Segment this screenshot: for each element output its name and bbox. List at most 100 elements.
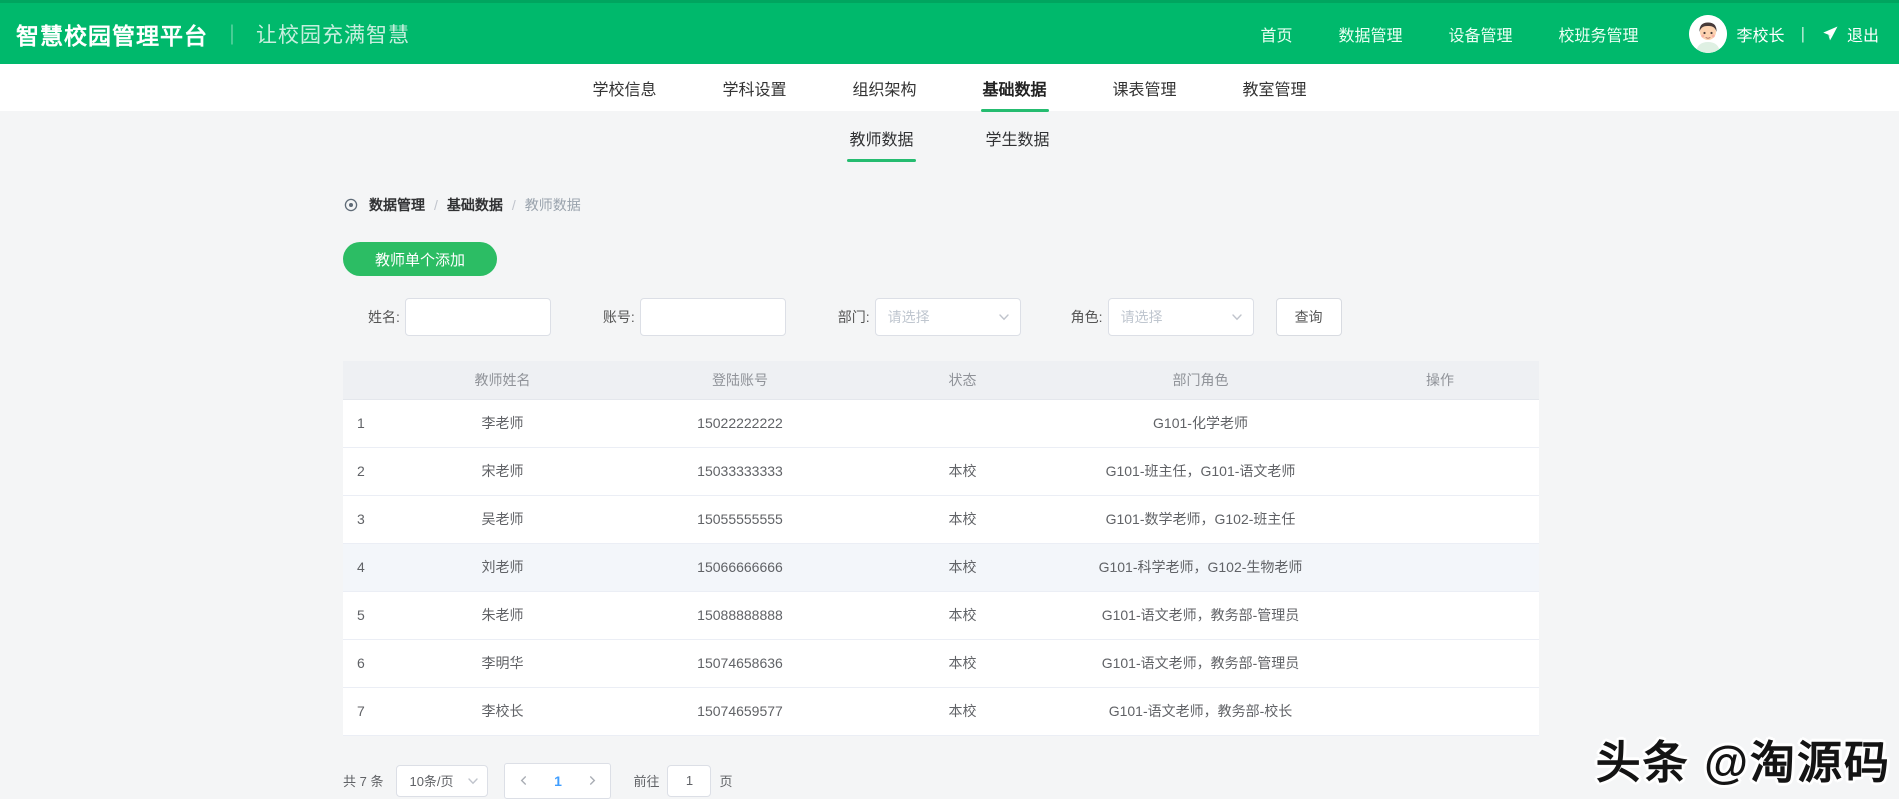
cell-index: 1 [343,399,390,448]
top-nav: 首页 数据管理 设备管理 校班务管理 [1260,22,1638,46]
pagination: 共 7 条 10条/页 1 前往 页 [343,762,1539,799]
table-row[interactable]: 6 李明华 15074658636 本校 G101-语文老师，教务部-管理员 [343,639,1539,688]
table-row[interactable]: 3 吴老师 15055555555 本校 G101-数学老师，G102-班主任 [343,495,1539,544]
cell-roles: G101-科学老师，G102-生物老师 [1060,543,1341,592]
table-header-row: 教师姓名 登陆账号 状态 部门角色 操作 [343,361,1539,400]
topnav-item-device[interactable]: 设备管理 [1449,22,1513,46]
cell-name: 朱老师 [390,591,615,640]
topnav-item-school-affairs[interactable]: 校班务管理 [1559,22,1639,46]
nav-tab-classroom[interactable]: 教室管理 [1241,64,1309,112]
topnav-item-data[interactable]: 数据管理 [1339,22,1403,46]
module-nav: 学校信息 学科设置 组织架构 基础数据 课表管理 教室管理 [0,64,1899,112]
cell-name: 刘老师 [390,543,615,592]
prev-page-icon[interactable] [518,775,529,786]
tab-student-data[interactable]: 学生数据 [984,112,1052,164]
page-size-value: 10条/页 [409,774,454,789]
add-teacher-button[interactable]: 教师单个添加 [343,242,498,276]
tab-teacher-data[interactable]: 教师数据 [847,112,916,164]
role-filter-label: 角色: [1070,309,1103,325]
role-select[interactable]: 请选择 [1107,298,1254,336]
cell-account: 15066666666 [615,543,865,592]
cell-account: 15088888888 [615,591,865,640]
cell-index: 7 [343,687,390,736]
cell-actions [1341,639,1539,688]
account-filter-input[interactable] [639,298,786,336]
user-name[interactable]: 李校长 [1737,22,1785,46]
teacher-table: 教师姓名 登陆账号 状态 部门角色 操作 1 李老师 15022222222 G… [343,361,1539,736]
next-page-icon[interactable] [587,775,598,786]
goto-label: 前往 [633,774,660,789]
col-actions: 操作 [1341,361,1539,400]
nav-tab-subject-setup[interactable]: 学科设置 [720,64,788,112]
name-filter-input[interactable] [404,298,551,336]
department-filter-label: 部门: [837,309,870,325]
cell-status: 本校 [865,639,1060,688]
content-area: 数据管理 / 基础数据 / 教师数据 教师单个添加 姓名: 账号: 部门: 请选… [343,195,1539,799]
breadcrumb-separator: / [511,197,516,213]
user-avatar[interactable] [1688,14,1727,53]
cell-status: 本校 [865,447,1060,496]
search-button[interactable]: 查询 [1275,298,1342,336]
current-page[interactable]: 1 [554,773,562,789]
nav-tab-school-info[interactable]: 学校信息 [590,64,658,112]
cell-roles: G101-语文老师，教务部-管理员 [1060,591,1341,640]
cell-index: 5 [343,591,390,640]
cell-actions [1341,543,1539,592]
cell-actions [1341,495,1539,544]
department-select[interactable]: 请选择 [874,298,1021,336]
breadcrumb: 数据管理 / 基础数据 / 教师数据 [343,195,1539,215]
nav-tab-base-data[interactable]: 基础数据 [980,64,1049,112]
total-count: 共 7 条 [343,774,384,789]
cell-roles: G101-数学老师，G102-班主任 [1060,495,1341,544]
cell-actions [1341,591,1539,640]
name-filter-label: 姓名: [368,309,400,325]
cell-account: 15074659577 [615,687,865,736]
nav-tab-org-structure[interactable]: 组织架构 [850,64,918,112]
brand-separator: ｜ [222,25,242,47]
cell-roles: G101-班主任，G101-语文老师 [1060,447,1341,496]
table-row[interactable]: 1 李老师 15022222222 G101-化学老师 [343,399,1539,448]
cell-status: 本校 [865,495,1060,544]
cell-roles: G101-语文老师，教务部-管理员 [1060,639,1341,688]
cell-name: 李校长 [390,687,615,736]
page-unit-label: 页 [719,774,733,789]
table-row[interactable]: 7 李校长 15074659577 本校 G101-语文老师，教务部-校长 [343,687,1539,736]
breadcrumb-item-data-management[interactable]: 数据管理 [369,195,425,215]
app-slogan: 让校园充满智慧 [256,23,410,47]
table-row[interactable]: 4 刘老师 15066666666 本校 G101-科学老师，G102-生物老师 [343,543,1539,592]
col-teacher-name: 教师姓名 [390,361,615,400]
location-icon [344,198,358,212]
cell-status: 本校 [865,543,1060,592]
cell-name: 李老师 [390,399,615,448]
nav-tab-timetable[interactable]: 课表管理 [1111,64,1179,112]
cell-actions [1341,399,1539,448]
user-divider: | [1800,23,1805,43]
topnav-item-home[interactable]: 首页 [1260,22,1292,46]
col-dept-role: 部门角色 [1060,361,1341,400]
cell-roles: G101-语文老师，教务部-校长 [1060,687,1341,736]
app-title: 智慧校园管理平台 [16,22,208,49]
paper-plane-icon [1823,26,1838,40]
data-type-tabs: 教师数据 学生数据 [0,111,1899,165]
role-select-placeholder: 请选择 [1120,309,1163,325]
breadcrumb-item-base-data[interactable]: 基础数据 [447,195,503,215]
page-size-select[interactable]: 10条/页 [396,764,489,797]
cell-status: 本校 [865,591,1060,640]
department-select-placeholder: 请选择 [887,309,930,325]
account-filter-label: 账号: [602,309,635,325]
table-row[interactable]: 5 朱老师 15088888888 本校 G101-语文老师，教务部-管理员 [343,591,1539,640]
cell-account: 15055555555 [615,495,865,544]
breadcrumb-item-teacher-data: 教师数据 [524,197,581,213]
chevron-down-icon [1231,314,1242,321]
top-header-bar: 智慧校园管理平台 ｜ 让校园充满智慧 首页 数据管理 设备管理 校班务管理 李校… [0,0,1899,64]
chevron-down-icon [468,777,479,784]
logout-button[interactable]: 退出 [1847,22,1879,46]
filter-bar: 姓名: 账号: 部门: 请选择 角色: 请选择 查询 [343,298,1539,336]
cell-index: 2 [343,447,390,496]
goto-page-input[interactable] [667,764,712,797]
brand: 智慧校园管理平台 ｜ 让校园充满智慧 [16,17,410,51]
cell-actions [1341,687,1539,736]
cell-status [865,399,1060,448]
cell-index: 6 [343,639,390,688]
table-row[interactable]: 2 宋老师 15033333333 本校 G101-班主任，G101-语文老师 [343,447,1539,496]
